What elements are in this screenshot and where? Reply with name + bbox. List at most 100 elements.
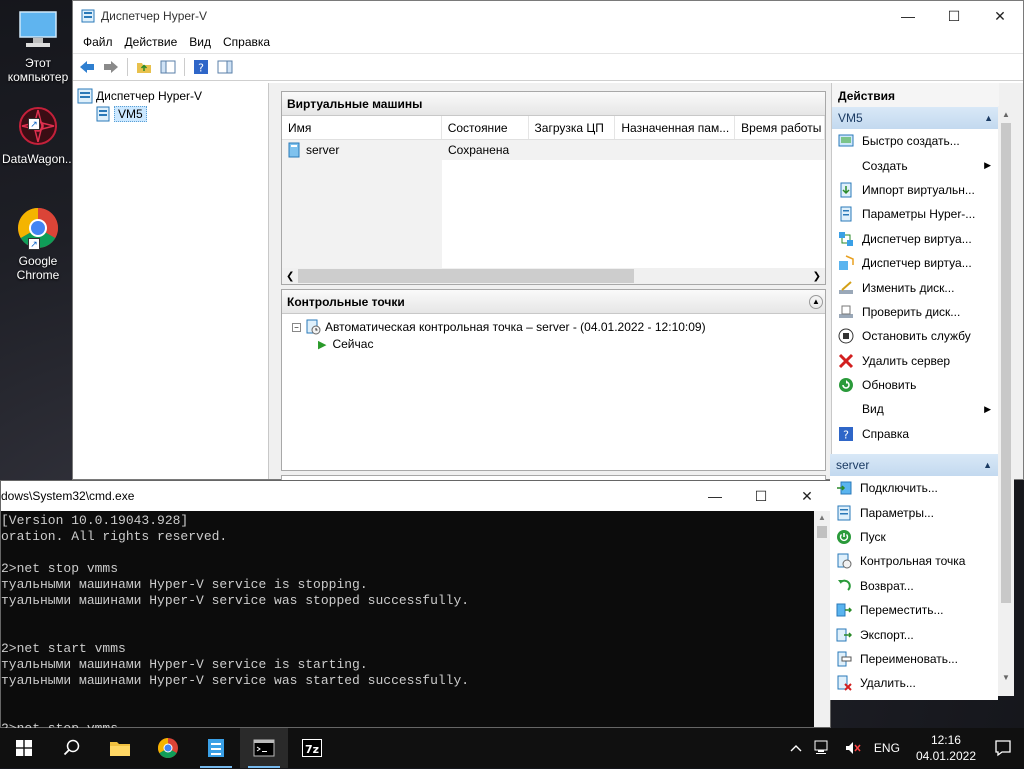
action-item[interactable]: Удалить сервер bbox=[832, 349, 999, 373]
action-item[interactable]: Подключить... bbox=[830, 476, 998, 500]
hyperv-app-icon bbox=[81, 9, 95, 23]
taskbar-chrome[interactable] bbox=[144, 728, 192, 768]
desktop-icon-this-pc[interactable]: Этот компьютер bbox=[2, 8, 74, 84]
terminal-icon bbox=[253, 739, 275, 757]
title-bar[interactable]: Диспетчер Hyper-V — ☐ ✕ bbox=[73, 1, 1023, 31]
results-pane: Виртуальные машины Имя Состояние Загрузк… bbox=[281, 83, 826, 485]
action-item[interactable]: Экспорт... bbox=[830, 622, 998, 646]
vm-grid-header: Имя Состояние Загрузка ЦП Назначенная па… bbox=[282, 116, 825, 140]
col-cpu[interactable]: Загрузка ЦП bbox=[529, 116, 616, 139]
desktop-icon-label: Chrome bbox=[16, 268, 60, 282]
show-hidden-icons-button[interactable] bbox=[784, 744, 808, 752]
cmd-maximize-button[interactable]: ☐ bbox=[738, 481, 784, 511]
taskbar-explorer[interactable] bbox=[96, 728, 144, 768]
close-button[interactable]: ✕ bbox=[977, 1, 1023, 31]
action-item[interactable]: Удалить... bbox=[830, 671, 998, 695]
submenu-arrow-icon: ▶ bbox=[984, 403, 991, 414]
tree-root[interactable]: Диспетчер Hyper-V bbox=[77, 87, 268, 105]
start-button[interactable] bbox=[0, 728, 48, 768]
action-item-label: Справка bbox=[862, 426, 910, 441]
scroll-down-icon[interactable]: ▼ bbox=[998, 603, 1014, 682]
taskbar-hyperv[interactable] bbox=[192, 728, 240, 768]
action-item[interactable]: Параметры... bbox=[830, 500, 998, 524]
checkpoint-item[interactable]: − Автоматическая контрольная точка – ser… bbox=[292, 319, 825, 335]
col-memory[interactable]: Назначенная пам... bbox=[615, 116, 736, 139]
shortcut-arrow-icon: ↗ bbox=[28, 238, 40, 250]
action-item[interactable]: Быстро создать... bbox=[832, 129, 999, 153]
action-item[interactable]: Создать ▶ bbox=[832, 153, 999, 177]
menu-help[interactable]: Справка bbox=[217, 33, 276, 51]
checkpoint-now[interactable]: ▶ Сейчас bbox=[292, 336, 825, 352]
show-tree-button[interactable] bbox=[158, 57, 178, 77]
scroll-up-icon[interactable]: ▲ bbox=[814, 511, 830, 522]
tree-collapse-icon[interactable]: − bbox=[292, 322, 301, 332]
up-level-button[interactable] bbox=[134, 57, 154, 77]
action-item[interactable]: Проверить диск... bbox=[832, 300, 999, 324]
actions-group-server[interactable]: server ▲ bbox=[830, 454, 998, 476]
back-button[interactable] bbox=[77, 57, 97, 77]
action-item[interactable]: Параметры Hyper-... bbox=[832, 202, 999, 226]
scroll-up-icon[interactable]: ▲ bbox=[998, 106, 1014, 119]
desktop-icon-chrome[interactable]: ↗ Google Chrome bbox=[2, 206, 74, 282]
network-button[interactable] bbox=[808, 740, 838, 756]
move-icon bbox=[836, 602, 852, 618]
tree-host-vm5[interactable]: VM5 bbox=[77, 105, 268, 123]
console-line: [Version 10.0.19043.928] bbox=[1, 513, 189, 528]
computer-icon bbox=[16, 8, 60, 52]
clock[interactable]: 12:16 04.01.2022 bbox=[906, 732, 986, 764]
cmd-close-button[interactable]: ✕ bbox=[784, 481, 830, 511]
action-item-label: Вид bbox=[862, 402, 884, 417]
console-tree: Диспетчер Hyper-V VM5 bbox=[73, 83, 269, 479]
volume-button[interactable] bbox=[838, 740, 868, 756]
action-item[interactable]: Диспетчер виртуа... bbox=[832, 227, 999, 251]
action-item[interactable]: Обновить bbox=[832, 373, 999, 397]
help-button[interactable]: ? bbox=[191, 57, 211, 77]
notifications-button[interactable] bbox=[986, 739, 1024, 757]
action-item[interactable]: Изменить диск... bbox=[832, 275, 999, 299]
table-row[interactable]: server Сохранена bbox=[282, 140, 825, 160]
minimize-button[interactable]: — bbox=[885, 1, 931, 31]
action-item[interactable]: Вид ▶ bbox=[832, 397, 999, 421]
action-item[interactable]: Пуск bbox=[830, 525, 998, 549]
action-item-label: Создать bbox=[862, 158, 908, 173]
maximize-button[interactable]: ☐ bbox=[931, 1, 977, 31]
stop-icon bbox=[838, 328, 854, 344]
action-item[interactable]: Контрольная точка bbox=[830, 549, 998, 573]
vm-horizontal-scrollbar[interactable]: ❮ ❯ bbox=[282, 268, 825, 284]
search-button[interactable] bbox=[48, 728, 96, 768]
cmd-minimize-button[interactable]: — bbox=[692, 481, 738, 511]
collapse-icon[interactable]: ▲ bbox=[809, 294, 823, 309]
vm-settings-icon bbox=[836, 505, 852, 521]
scroll-left-icon[interactable]: ❮ bbox=[286, 271, 294, 282]
cmd-vertical-scrollbar[interactable]: ▲ bbox=[814, 511, 830, 727]
forward-button[interactable] bbox=[101, 57, 121, 77]
action-item[interactable]: Возврат... bbox=[830, 574, 998, 598]
action-item[interactable]: Импорт виртуальн... bbox=[832, 178, 999, 202]
actions-vertical-scrollbar[interactable]: ▲ ▼ bbox=[998, 106, 1014, 696]
tree-root-label: Диспетчер Hyper-V bbox=[96, 89, 203, 103]
cmd-title-bar[interactable]: dows\System32\cmd.exe — ☐ ✕ bbox=[1, 481, 830, 511]
action-item[interactable]: Остановить службу bbox=[832, 324, 999, 348]
show-actions-button[interactable] bbox=[215, 57, 235, 77]
action-item[interactable]: Диспетчер виртуа... bbox=[832, 251, 999, 275]
power-icon bbox=[836, 529, 852, 545]
col-state[interactable]: Состояние bbox=[442, 116, 529, 139]
col-uptime[interactable]: Время работы bbox=[735, 116, 825, 139]
actions-group-server-panel: server ▲ Подключить... Параметры... Пуск Ко… bbox=[830, 454, 998, 700]
taskbar-cmd[interactable] bbox=[240, 728, 288, 768]
submenu-arrow-icon: ▶ bbox=[984, 160, 991, 171]
notification-icon bbox=[995, 740, 1011, 757]
action-item[interactable]: Переименовать... bbox=[830, 647, 998, 671]
blank-icon bbox=[838, 401, 854, 417]
menu-file[interactable]: Файл bbox=[77, 33, 119, 51]
col-name[interactable]: Имя bbox=[282, 116, 442, 139]
language-indicator[interactable]: ENG bbox=[868, 741, 906, 755]
taskbar-7zip[interactable]: 7z bbox=[288, 728, 336, 768]
desktop-icon-datawagon[interactable]: ↗ DataWagon... bbox=[2, 104, 75, 166]
menu-view[interactable]: Вид bbox=[183, 33, 217, 51]
action-item[interactable]: Переместить... bbox=[830, 598, 998, 622]
action-item[interactable]: ? Справка bbox=[832, 422, 999, 446]
scroll-right-icon[interactable]: ❯ bbox=[813, 271, 821, 282]
actions-group-vm5[interactable]: VM5 ▲ bbox=[832, 107, 999, 129]
menu-action[interactable]: Действие bbox=[119, 33, 184, 51]
